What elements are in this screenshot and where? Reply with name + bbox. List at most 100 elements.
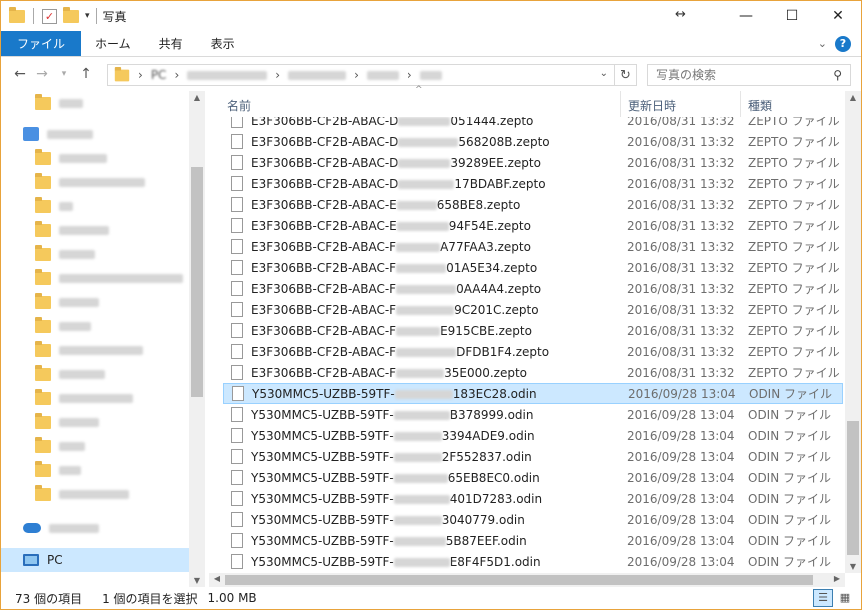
file-row[interactable]: Y530MMC5-UZBB-59TF- 3040779.odin 2016/09/2…	[223, 509, 843, 530]
close-button[interactable]: ✕	[815, 1, 861, 31]
file-row[interactable]: Y530MMC5-UZBB-59TF- 5B87EEF.odin 2016/09/2…	[223, 530, 843, 551]
nav-item-onedrive[interactable]	[1, 516, 189, 540]
file-row[interactable]: E3F306BB-CF2B-ABAC-F A77FAA3.zepto 2016/08…	[223, 236, 843, 257]
file-type: ODIN ファイル	[748, 450, 832, 464]
file-row[interactable]: E3F306BB-CF2B-ABAC-D 051444.zepto 2016/08/…	[223, 117, 843, 131]
scroll-right-icon[interactable]: ▶	[829, 574, 845, 583]
file-row[interactable]: E3F306BB-CF2B-ABAC-E 94F54E.zepto 2016/08/…	[223, 215, 843, 236]
nav-item-folder[interactable]	[1, 194, 189, 218]
forward-button[interactable]: →	[31, 66, 53, 82]
file-icon	[231, 323, 243, 338]
file-row[interactable]: E3F306BB-CF2B-ABAC-F 9C201C.zepto 2016/08/…	[223, 299, 843, 320]
file-row[interactable]: E3F306BB-CF2B-ABAC-F DFDB1F4.zepto 2016/08…	[223, 341, 843, 362]
back-button[interactable]: ←	[9, 66, 31, 82]
scroll-down-icon[interactable]: ▼	[845, 562, 861, 571]
maximize-button[interactable]: ☐	[769, 1, 815, 31]
file-list-horizontal-scrollbar[interactable]: ◀ ▶	[209, 573, 845, 587]
file-row[interactable]: E3F306BB-CF2B-ABAC-F 0AA4A4.zepto 2016/08/…	[223, 278, 843, 299]
scroll-down-icon[interactable]: ▼	[189, 576, 205, 585]
address-bar[interactable]: › PC › › › › ⌄	[107, 64, 615, 86]
file-row[interactable]: Y530MMC5-UZBB-59TF- 2F552837.odin 2016/09/…	[223, 446, 843, 467]
help-icon[interactable]: ?	[835, 36, 851, 52]
nav-item-folder[interactable]	[1, 362, 189, 386]
column-modified[interactable]: 更新日時	[628, 97, 676, 114]
scrollbar-thumb[interactable]	[191, 167, 203, 397]
file-rows: E3F306BB-CF2B-ABAC-D 051444.zepto 2016/08/…	[209, 117, 845, 573]
chevron-down-icon[interactable]: ⌄	[600, 68, 608, 79]
nav-item-folder[interactable]	[1, 386, 189, 410]
nav-item-folder[interactable]	[1, 338, 189, 362]
nav-item-camera-uploads[interactable]	[1, 170, 189, 194]
file-row[interactable]: Y530MMC5-UZBB-59TF- 65EB8EC0.odin 2016/09/…	[223, 467, 843, 488]
file-name-prefix: E3F306BB-CF2B-ABAC-E	[251, 218, 397, 233]
refresh-button[interactable]: ↻	[615, 64, 637, 86]
redacted-text	[394, 389, 453, 399]
nav-item-folder[interactable]	[1, 218, 189, 242]
nav-item-folder[interactable]	[1, 91, 189, 115]
tab-file[interactable]: ファイル	[1, 31, 82, 56]
file-row[interactable]: E3F306BB-CF2B-ABAC-F 35E000.zepto 2016/08/…	[223, 362, 843, 383]
file-row[interactable]: Y530MMC5-UZBB-59TF- 401D7283.odin 2016/09/…	[223, 488, 843, 509]
nav-item-folder[interactable]	[1, 434, 189, 458]
nav-item-folder[interactable]	[1, 290, 189, 314]
scroll-left-icon[interactable]: ◀	[209, 574, 225, 583]
column-divider[interactable]	[740, 91, 741, 117]
scrollbar-thumb[interactable]	[847, 421, 859, 555]
breadcrumb-drive[interactable]	[187, 70, 268, 80]
chevron-down-icon[interactable]: ⌄	[818, 37, 827, 50]
breadcrumb-folder[interactable]	[288, 70, 347, 80]
large-icons-view-icon[interactable]: ▦	[835, 589, 855, 607]
file-icon	[231, 512, 243, 527]
file-type: ODIN ファイル	[748, 513, 832, 527]
minimize-button[interactable]: —	[723, 1, 769, 31]
file-row[interactable]: E3F306BB-CF2B-ABAC-E 658BE8.zepto 2016/08/…	[223, 194, 843, 215]
file-row[interactable]: Y530MMC5-UZBB-59TF- E8F4F5D1.odin 2016/09/…	[223, 551, 843, 572]
file-icon	[231, 407, 243, 422]
file-row[interactable]: E3F306BB-CF2B-ABAC-D 568208B.zepto 2016/08…	[223, 131, 843, 152]
nav-item-folder[interactable]	[1, 146, 189, 170]
file-type: ZEPTO ファイル	[748, 303, 840, 317]
nav-item-folder[interactable]	[1, 242, 189, 266]
nav-item-folder[interactable]	[1, 410, 189, 434]
tab-view[interactable]: 表示	[197, 31, 249, 56]
navigation-scrollbar[interactable]: ▲ ▼	[189, 91, 205, 587]
breadcrumb-folder[interactable]	[366, 70, 399, 80]
search-input[interactable]	[656, 68, 826, 82]
customize-toolbar-icon[interactable]: ▾	[85, 11, 90, 21]
nav-item-folder[interactable]	[1, 482, 189, 506]
file-row[interactable]: E3F306BB-CF2B-ABAC-F E915CBE.zepto 2016/08…	[223, 320, 843, 341]
nav-item-folder[interactable]	[1, 314, 189, 338]
file-row[interactable]: E3F306BB-CF2B-ABAC-F 01A5E34.zepto 2016/08…	[223, 257, 843, 278]
column-divider[interactable]	[620, 91, 621, 117]
file-row[interactable]: E3F306BB-CF2B-ABAC-D 39289EE.zepto 2016/08…	[223, 152, 843, 173]
nav-item-pc[interactable]: PC	[1, 548, 189, 572]
properties-icon[interactable]: ✓	[42, 8, 57, 24]
file-icon	[231, 176, 243, 191]
breadcrumb-current[interactable]	[419, 70, 442, 80]
scroll-up-icon[interactable]: ▲	[845, 93, 861, 102]
scroll-up-icon[interactable]: ▲	[189, 93, 205, 102]
recent-locations-icon[interactable]: ▾	[53, 69, 75, 79]
column-name[interactable]: 名前	[227, 97, 251, 114]
column-type[interactable]: 種類	[748, 97, 772, 114]
redacted-text	[396, 221, 449, 231]
nav-item-folder[interactable]	[1, 458, 189, 482]
file-row[interactable]: E3F306BB-CF2B-ABAC-D 17BDABF.zepto 2016/08…	[223, 173, 843, 194]
selection-size: 1.00 MB	[207, 591, 257, 605]
file-row[interactable]: Y530MMC5-UZBB-59TF- 3394ADE9.odin 2016/09/…	[223, 425, 843, 446]
search-box[interactable]: ⚲	[647, 64, 851, 86]
up-button[interactable]: ↑	[75, 66, 97, 82]
tab-share[interactable]: 共有	[145, 31, 197, 56]
tab-home[interactable]: ホーム	[81, 31, 145, 56]
file-name-prefix: Y530MMC5-UZBB-59TF-	[251, 512, 394, 527]
nav-item-dropbox[interactable]	[1, 122, 189, 146]
file-list-vertical-scrollbar[interactable]: ▲ ▼	[845, 91, 861, 573]
scrollbar-thumb[interactable]	[225, 575, 813, 585]
new-folder-icon[interactable]	[63, 6, 79, 23]
file-row[interactable]: Y530MMC5-UZBB-59TF- B378999.odin 2016/09/2…	[223, 404, 843, 425]
file-row[interactable]: Y530MMC5-UZBB-59TF- 183EC28.odin 2016/09/2…	[223, 383, 843, 404]
nav-item-folder[interactable]	[1, 266, 189, 290]
file-name-prefix: E3F306BB-CF2B-ABAC-F	[251, 281, 397, 296]
breadcrumb-pc[interactable]: PC	[151, 68, 167, 82]
details-view-icon[interactable]: ☰	[813, 589, 833, 607]
